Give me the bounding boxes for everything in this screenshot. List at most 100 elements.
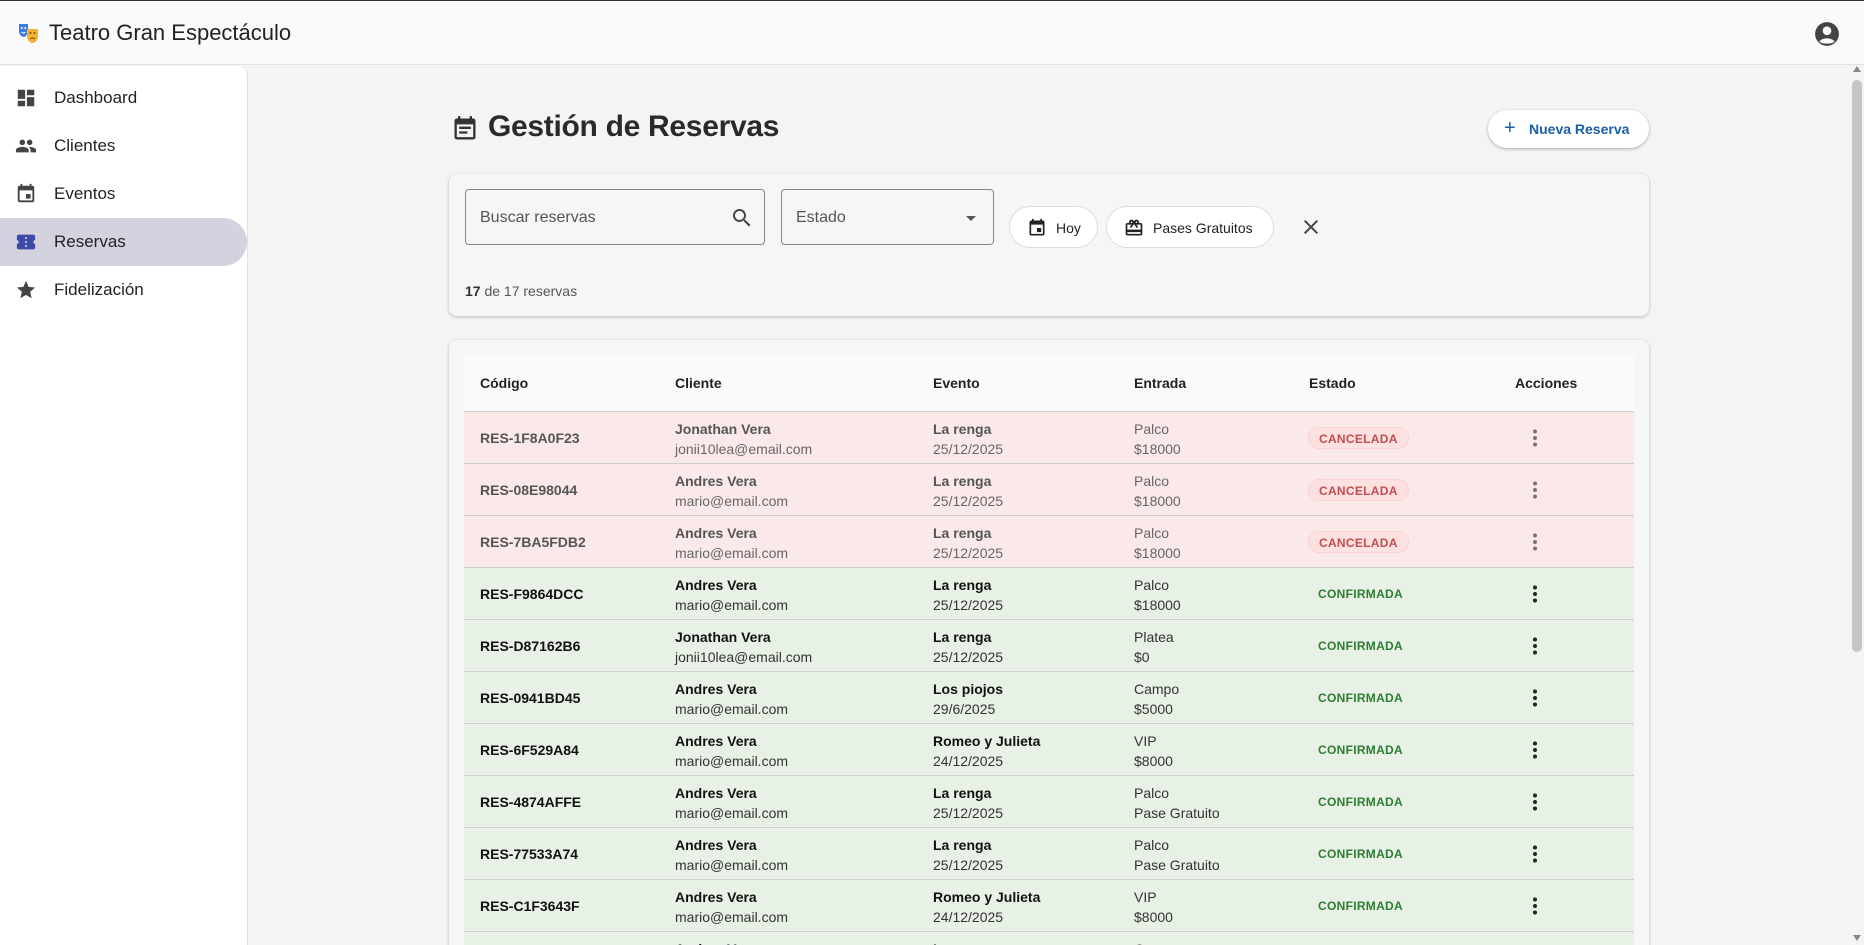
ticket-type: Palco — [1134, 837, 1170, 853]
header-cliente: Cliente — [675, 375, 722, 391]
new-reservation-label: Nueva Reserva — [1529, 121, 1630, 137]
reservation-code: RES-C1F3643F — [480, 898, 580, 914]
reservations-table: Código Cliente Evento Entrada Estado Acc… — [449, 340, 1649, 945]
scroll-down-arrow-icon[interactable] — [1853, 935, 1861, 941]
table-row[interactable]: RES-6F529A84 Andres Vera mario@email.com Ro… — [464, 724, 1634, 776]
sidebar-item-eventos[interactable]: Eventos — [0, 170, 247, 218]
table-row[interactable]: RES-08E98044 Andres Vera mario@email.com La… — [464, 464, 1634, 516]
today-chip-label: Hoy — [1056, 220, 1081, 236]
event-cell: La renga 25/12/2025 — [933, 783, 1003, 823]
scroll-up-arrow-icon[interactable] — [1853, 66, 1861, 72]
event-name: La renga — [933, 837, 992, 853]
table-row[interactable]: RES-F9864DCC Andres Vera mario@email.com La… — [464, 568, 1634, 620]
event-cell: La renga 25/12/2025 — [933, 523, 1003, 563]
table-row[interactable]: RES-D87162B6 Jonathan Vera jonii10lea@emai… — [464, 620, 1634, 672]
event-date: 29/6/2025 — [933, 701, 996, 717]
more-vert-icon[interactable] — [1523, 790, 1547, 814]
client-email: mario@email.com — [675, 597, 789, 613]
status-badge: CONFIRMADA — [1318, 795, 1403, 809]
people-icon — [15, 139, 37, 153]
more-vert-icon[interactable] — [1523, 634, 1547, 658]
sidebar-item-fidelizacion[interactable]: Fidelización — [0, 266, 247, 314]
ticket-type: VIP — [1134, 733, 1157, 749]
more-vert-icon[interactable] — [1523, 894, 1547, 918]
status-badge: CANCELADA — [1308, 427, 1409, 449]
client-cell: Andres Vera mario@email.com — [675, 835, 788, 875]
ticket-price: $5000 — [1134, 701, 1173, 717]
table-row[interactable]: RES-77533A74 Andres Vera mario@email.com La… — [464, 828, 1634, 880]
client-cell: Andres Vera mario@email.com — [675, 679, 788, 719]
client-name: Andres Vera — [675, 837, 757, 853]
sidebar-item-dashboard[interactable]: Dashboard — [0, 74, 247, 122]
header-acciones: Acciones — [1515, 375, 1578, 391]
ticket-type: Palco — [1134, 577, 1170, 593]
status-badge: CONFIRMADA — [1318, 743, 1403, 757]
table-row[interactable]: RES-C1F3643F Andres Vera mario@email.com Ro… — [464, 880, 1634, 932]
reservation-code: RES-D87162B6 — [480, 638, 581, 654]
ticket-icon — [16, 234, 36, 250]
client-cell: Andres Vera — [675, 939, 757, 945]
table-row[interactable]: RES-7BA5FDB2 Andres Vera mario@email.com La… — [464, 516, 1634, 568]
event-date: 25/12/2025 — [933, 649, 1004, 665]
client-name: Andres Vera — [675, 889, 757, 905]
search-input[interactable] — [480, 206, 720, 230]
more-vert-icon[interactable] — [1523, 686, 1547, 710]
dashboard-icon — [17, 89, 35, 107]
table-row[interactable]: RES-4874AFFE Andres Vera mario@email.com La… — [464, 776, 1634, 828]
search-field[interactable] — [465, 189, 765, 245]
client-cell: Jonathan Vera jonii10lea@email.com — [675, 627, 812, 667]
client-cell: Andres Vera mario@email.com — [675, 523, 788, 563]
client-email: mario@email.com — [675, 909, 789, 925]
sidebar-item-reservas[interactable]: Reservas — [0, 218, 247, 266]
more-vert-icon[interactable] — [1523, 478, 1547, 502]
ticket-cell: VIP $8000 — [1134, 887, 1173, 927]
calendar-today-icon — [1029, 218, 1045, 236]
table-row[interactable]: RES-1F8A0F23 Jonathan Vera jonii10lea@emai… — [464, 412, 1634, 464]
more-vert-icon[interactable] — [1523, 530, 1547, 554]
account-circle-icon[interactable] — [1814, 21, 1840, 47]
client-name: Andres Vera — [675, 473, 757, 489]
event-date: 25/12/2025 — [933, 857, 1004, 873]
today-chip[interactable]: Hoy — [1009, 206, 1098, 248]
results-count-text: de 17 reservas — [484, 283, 578, 299]
ticket-type: VIP — [1134, 889, 1157, 905]
event-cell: La renga 25/12/2025 — [933, 627, 1003, 667]
client-email: mario@email.com — [675, 857, 789, 873]
more-vert-icon[interactable] — [1523, 426, 1547, 450]
event-name: La renga — [933, 577, 992, 593]
new-reservation-button[interactable]: + Nueva Reserva — [1488, 110, 1649, 148]
event-name: La renga — [933, 785, 992, 801]
free-passes-chip[interactable]: Pases Gratuitos — [1106, 206, 1274, 248]
clear-filters-icon[interactable] — [1299, 215, 1323, 239]
star-icon — [16, 280, 36, 299]
event-cell: La renga 25/12/2025 — [933, 835, 1003, 875]
theater-masks-icon — [19, 24, 38, 43]
ticket-price: $8000 — [1134, 753, 1173, 769]
page-title: Gestión de Reservas — [488, 110, 780, 143]
dropdown-arrow-icon — [966, 216, 976, 221]
sidebar-item-clientes[interactable]: Clientes — [0, 122, 247, 170]
ticket-cell: Palco $18000 — [1134, 419, 1181, 459]
search-icon[interactable] — [730, 206, 754, 230]
ticket-type: Palco — [1134, 785, 1170, 801]
status-badge: CONFIRMADA — [1318, 639, 1403, 653]
sidebar-item-label: Reservas — [54, 232, 126, 251]
scrollbar-thumb[interactable] — [1852, 80, 1862, 652]
table-row[interactable]: RES-0941BD45 Andres Vera mario@email.com Lo… — [464, 672, 1634, 724]
event-cell: La renga 25/12/2025 — [933, 419, 1003, 459]
client-email: jonii10lea@email.com — [675, 649, 813, 665]
ticket-type: Campo — [1134, 939, 1179, 945]
filter-card: Estado Hoy Pases Gratuitos 17 de 17 rese… — [449, 174, 1649, 316]
more-vert-icon[interactable] — [1523, 582, 1547, 606]
calendar-icon — [17, 183, 35, 203]
more-vert-icon[interactable] — [1523, 842, 1547, 866]
table-row[interactable]: Andres Vera La renga Campo — [464, 932, 1634, 945]
event-name: Los piojos — [933, 681, 1003, 697]
header-evento: Evento — [933, 375, 980, 391]
status-select[interactable]: Estado — [781, 189, 994, 245]
event-date: 25/12/2025 — [933, 805, 1004, 821]
status-badge: CONFIRMADA — [1318, 587, 1403, 601]
app-bar: Teatro Gran Espectáculo — [0, 0, 1864, 65]
client-email: jonii10lea@email.com — [675, 441, 813, 457]
more-vert-icon[interactable] — [1523, 738, 1547, 762]
